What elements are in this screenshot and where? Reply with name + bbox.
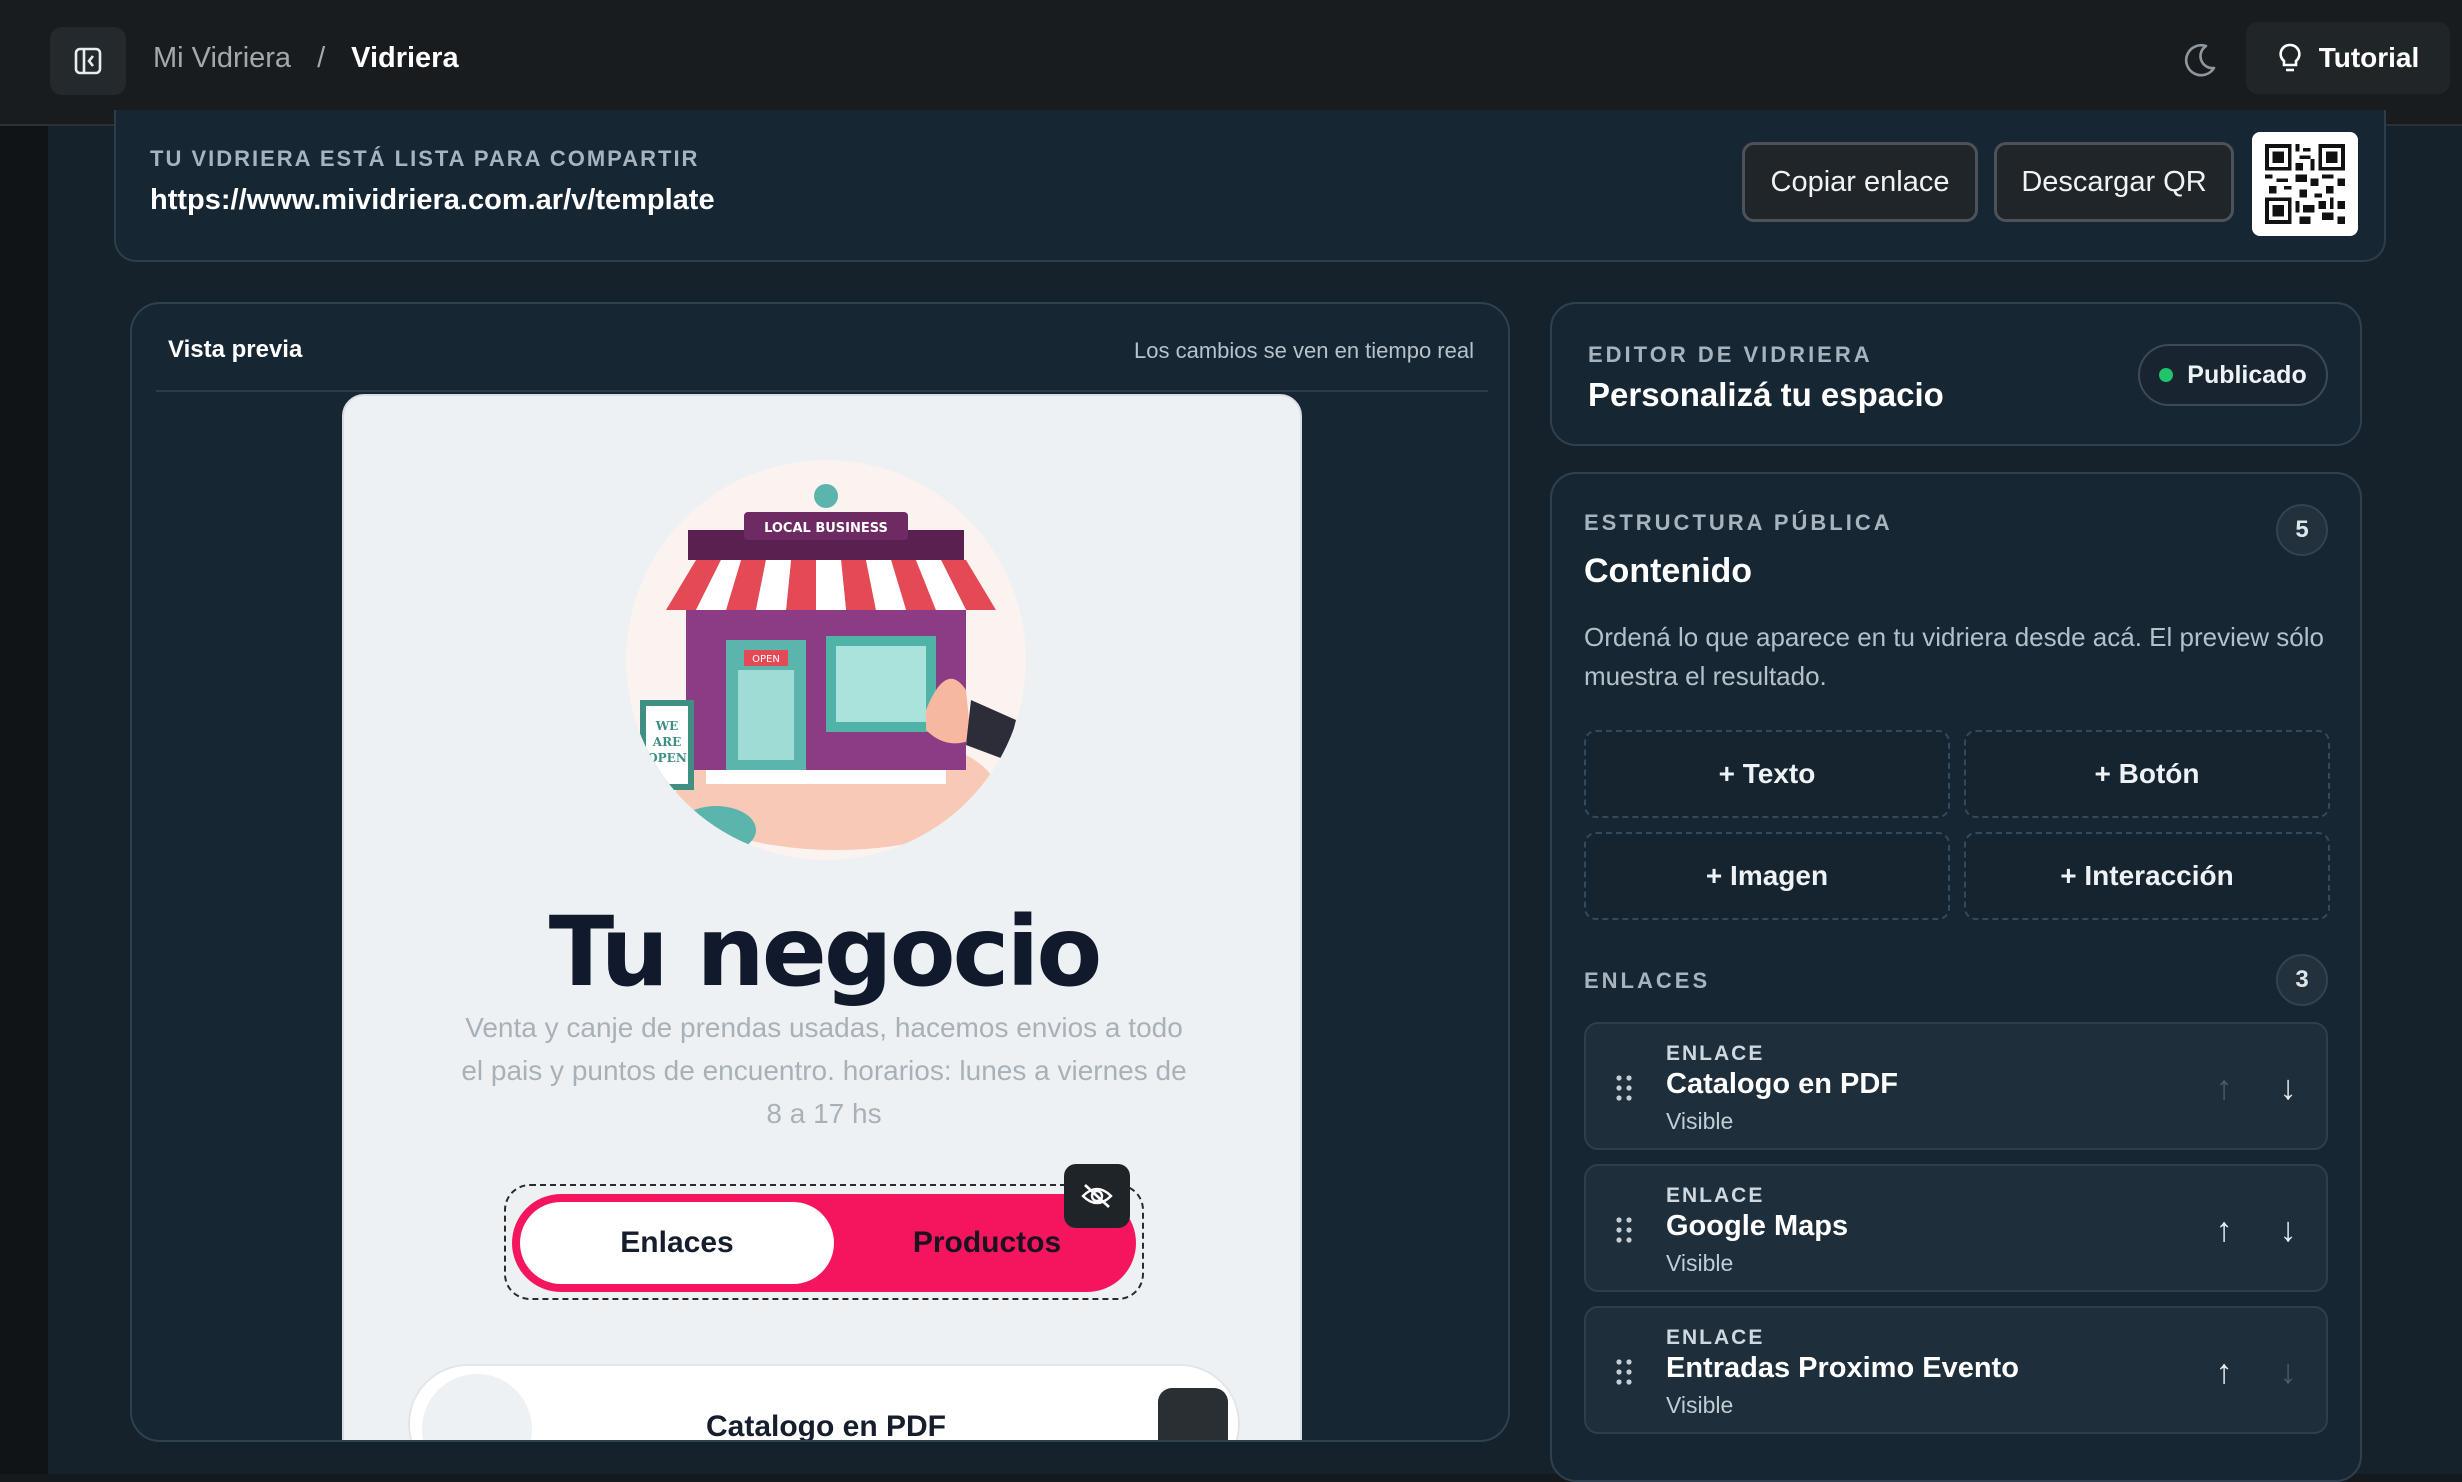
move-down-button[interactable]: ↓ bbox=[2270, 1208, 2306, 1252]
status-badge: Publicado bbox=[2138, 344, 2328, 406]
content-eyebrow: ESTRUCTURA PÚBLICA bbox=[1584, 510, 1893, 535]
breadcrumb-parent[interactable]: Mi Vidriera bbox=[153, 42, 291, 75]
editor-eyebrow: EDITOR DE VIDRIERA bbox=[1588, 342, 1873, 367]
editor-title: Personalizá tu espacio bbox=[1588, 376, 1944, 413]
business-avatar[interactable]: LOCAL BUSINESS OPEN WE ARE OPEN bbox=[626, 460, 1026, 860]
share-banner: TU VIDRIERA ESTÁ LISTA PARA COMPARTIR ht… bbox=[114, 110, 2386, 262]
qr-code[interactable] bbox=[2252, 132, 2358, 236]
business-name: Tu negocio bbox=[548, 896, 1103, 1008]
business-description: Venta y canje de prendas usadas, hacemos… bbox=[461, 1012, 1187, 1129]
link-row[interactable]: ENLACE Entradas Proximo Evento Visible ↑… bbox=[1584, 1306, 2328, 1434]
phone-preview: LOCAL BUSINESS OPEN WE ARE OPEN Tu negoc… bbox=[342, 394, 1302, 1442]
drag-handle-icon[interactable] bbox=[1614, 1074, 1634, 1102]
sidebar-icon bbox=[74, 47, 102, 75]
tabs-pill: Enlaces Productos bbox=[512, 1194, 1136, 1292]
link-row[interactable]: ENLACE Google Maps Visible ↑ ↓ bbox=[1584, 1164, 2328, 1292]
board-line-1: WE bbox=[655, 719, 679, 733]
moon-icon bbox=[2184, 43, 2216, 77]
links-count-badge: 3 bbox=[2276, 954, 2328, 1006]
move-down-button[interactable]: ↓ bbox=[2270, 1066, 2306, 1110]
drag-handle-icon[interactable] bbox=[1614, 1216, 1634, 1244]
link-row-title: Catalogo en PDF bbox=[1666, 1068, 1899, 1100]
links-eyebrow: ENLACES bbox=[1584, 968, 1711, 993]
add-button-button[interactable]: + Botón bbox=[1964, 730, 2330, 818]
left-strip bbox=[0, 126, 48, 1474]
hide-block-button[interactable] bbox=[1064, 1164, 1130, 1228]
link-row-type: ENLACE bbox=[1666, 1042, 1765, 1065]
store-illustration: LOCAL BUSINESS OPEN WE ARE OPEN bbox=[626, 460, 1026, 860]
sidebar-toggle-button[interactable] bbox=[50, 27, 126, 95]
add-image-button[interactable]: + Imagen bbox=[1584, 832, 1950, 920]
link-row[interactable]: ENLACE Catalogo en PDF Visible ↑ ↓ bbox=[1584, 1022, 2328, 1150]
breadcrumb: Mi Vidriera / Vidriera bbox=[153, 38, 459, 78]
preview-title: Vista previa bbox=[168, 336, 303, 363]
eye-off-icon bbox=[1081, 1184, 1113, 1208]
move-up-button[interactable]: ↑ bbox=[2206, 1350, 2242, 1394]
content-title: Contenido bbox=[1584, 552, 1753, 590]
preview-link-label: Catalogo en PDF bbox=[705, 1410, 946, 1442]
link-row-title: Google Maps bbox=[1666, 1210, 1849, 1242]
qr-code-icon bbox=[2265, 144, 2345, 224]
theme-toggle-button[interactable] bbox=[2178, 38, 2222, 82]
editor-card: EDITOR DE VIDRIERA Personalizá tu espaci… bbox=[1550, 302, 2362, 446]
copy-link-button[interactable]: Copiar enlace bbox=[1742, 142, 1978, 222]
preview-divider bbox=[156, 390, 1488, 392]
add-interaction-button[interactable]: + Interacción bbox=[1964, 832, 2330, 920]
top-bar: Mi Vidriera / Vidriera Tutorial bbox=[0, 0, 2462, 126]
store-sign-text: LOCAL BUSINESS bbox=[764, 521, 888, 536]
move-down-button: ↓ bbox=[2279, 1352, 2297, 1391]
move-up-button[interactable]: ↑ bbox=[2206, 1208, 2242, 1252]
link-row-title: Entradas Proximo Evento bbox=[1666, 1352, 2019, 1384]
link-row-status: Visible bbox=[1666, 1108, 1734, 1134]
preview-subtitle: Los cambios se ven en tiempo real bbox=[1134, 338, 1474, 363]
drag-handle-icon[interactable] bbox=[1614, 1358, 1634, 1386]
door-sign-text: OPEN bbox=[752, 654, 780, 665]
share-url[interactable]: https://www.mividriera.com.ar/v/template bbox=[150, 184, 715, 217]
link-row-status: Visible bbox=[1666, 1392, 1734, 1418]
link-row-type: ENLACE bbox=[1666, 1184, 1765, 1207]
share-label: TU VIDRIERA ESTÁ LISTA PARA COMPARTIR bbox=[150, 146, 700, 171]
tutorial-label: Tutorial bbox=[2318, 42, 2420, 73]
breadcrumb-separator: / bbox=[317, 41, 326, 74]
tab-enlaces[interactable]: Enlaces bbox=[520, 1202, 834, 1284]
move-up-button: ↑ bbox=[2215, 1068, 2233, 1107]
breadcrumb-current: Vidriera bbox=[351, 41, 459, 74]
board-line-2: ARE bbox=[652, 735, 681, 749]
content-description: Ordená lo que aparece en tu vidriera des… bbox=[1584, 622, 2324, 691]
preview-link-card[interactable]: Catalogo en PDF bbox=[408, 1364, 1240, 1442]
download-qr-button[interactable]: Descargar QR bbox=[1994, 142, 2234, 222]
board-line-3: OPEN bbox=[647, 751, 687, 765]
lightbulb-icon bbox=[2279, 43, 2301, 72]
content-card: ESTRUCTURA PÚBLICA 5 Contenido Ordená lo… bbox=[1550, 472, 2362, 1482]
link-row-type: ENLACE bbox=[1666, 1326, 1765, 1349]
status-label: Publicado bbox=[2187, 360, 2307, 389]
tabs-block[interactable]: Enlaces Productos bbox=[504, 1164, 1144, 1300]
status-dot-icon bbox=[2159, 368, 2174, 382]
link-row-status: Visible bbox=[1666, 1250, 1734, 1276]
content-count-badge: 5 bbox=[2276, 504, 2328, 556]
preview-panel: Vista previa Los cambios se ven en tiemp… bbox=[130, 302, 1510, 1442]
link-card-menu[interactable] bbox=[1158, 1388, 1228, 1440]
add-text-button[interactable]: + Texto bbox=[1584, 730, 1950, 818]
tutorial-button[interactable]: Tutorial bbox=[2246, 22, 2450, 94]
